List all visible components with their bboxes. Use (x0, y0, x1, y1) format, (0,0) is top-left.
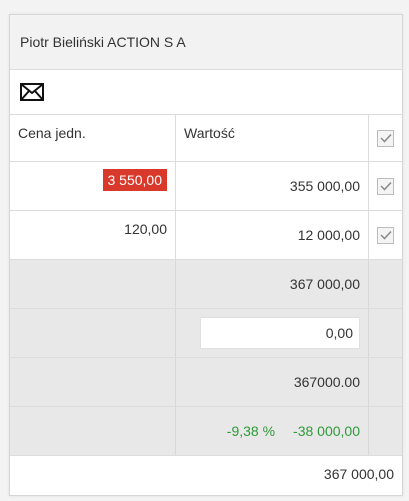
adjustment-row: 0,00 (10, 309, 402, 358)
select-all-checkbox[interactable] (377, 129, 394, 147)
adjustment-input[interactable]: 0,00 (200, 317, 360, 349)
grand-total-row: 367 000,00 (10, 456, 402, 492)
table-header-row: Cena jedn. Wartość (10, 115, 402, 162)
subtotal-row: 367 000,00 (10, 260, 402, 309)
message-row (10, 70, 402, 115)
column-header-unit-price: Cena jedn. (10, 115, 176, 161)
value-header-label: Wartość (184, 125, 235, 141)
unit-price: 120,00 (124, 221, 167, 237)
row-select-cell (369, 162, 402, 210)
supplier-name: Piotr Bieliński ACTION S A (20, 34, 186, 50)
offer-panel: Piotr Bieliński ACTION S A Cena jedn. Wa… (9, 14, 403, 496)
checkmark-icon (379, 230, 392, 240)
table-row: 120,00 12 000,00 (10, 211, 402, 260)
difference-row: -9,38 % -38 000,00 (10, 407, 402, 456)
checkmark-icon (379, 133, 392, 143)
row-checkbox[interactable] (377, 226, 394, 244)
row-select-cell (369, 211, 402, 259)
envelope-icon[interactable] (20, 82, 44, 102)
column-header-value: Wartość (176, 115, 369, 161)
checkmark-icon (379, 181, 392, 191)
unit-price-highlighted: 3 550,00 (102, 169, 167, 191)
row-value: 12 000,00 (297, 227, 360, 243)
select-all-cell (369, 115, 402, 161)
difference-percent: -9,38 % (226, 423, 276, 439)
row-checkbox[interactable] (377, 177, 394, 195)
supplier-header: Piotr Bieliński ACTION S A (10, 15, 402, 70)
grand-total-value: 367 000,00 (323, 466, 394, 482)
difference-value: -38 000,00 (293, 423, 360, 439)
row-value: 355 000,00 (289, 178, 360, 194)
unit-price-cell: 3 550,00 (10, 162, 176, 210)
plain-total-row: 367000.00 (10, 358, 402, 407)
table-row: 3 550,00 355 000,00 (10, 162, 402, 211)
value-cell: 355 000,00 (176, 162, 369, 210)
value-cell: 12 000,00 (176, 211, 369, 259)
subtotal-value: 367 000,00 (289, 276, 360, 292)
unit-price-header-label: Cena jedn. (18, 125, 86, 141)
plain-total-value: 367000.00 (293, 374, 360, 390)
unit-price-cell: 120,00 (10, 211, 176, 259)
